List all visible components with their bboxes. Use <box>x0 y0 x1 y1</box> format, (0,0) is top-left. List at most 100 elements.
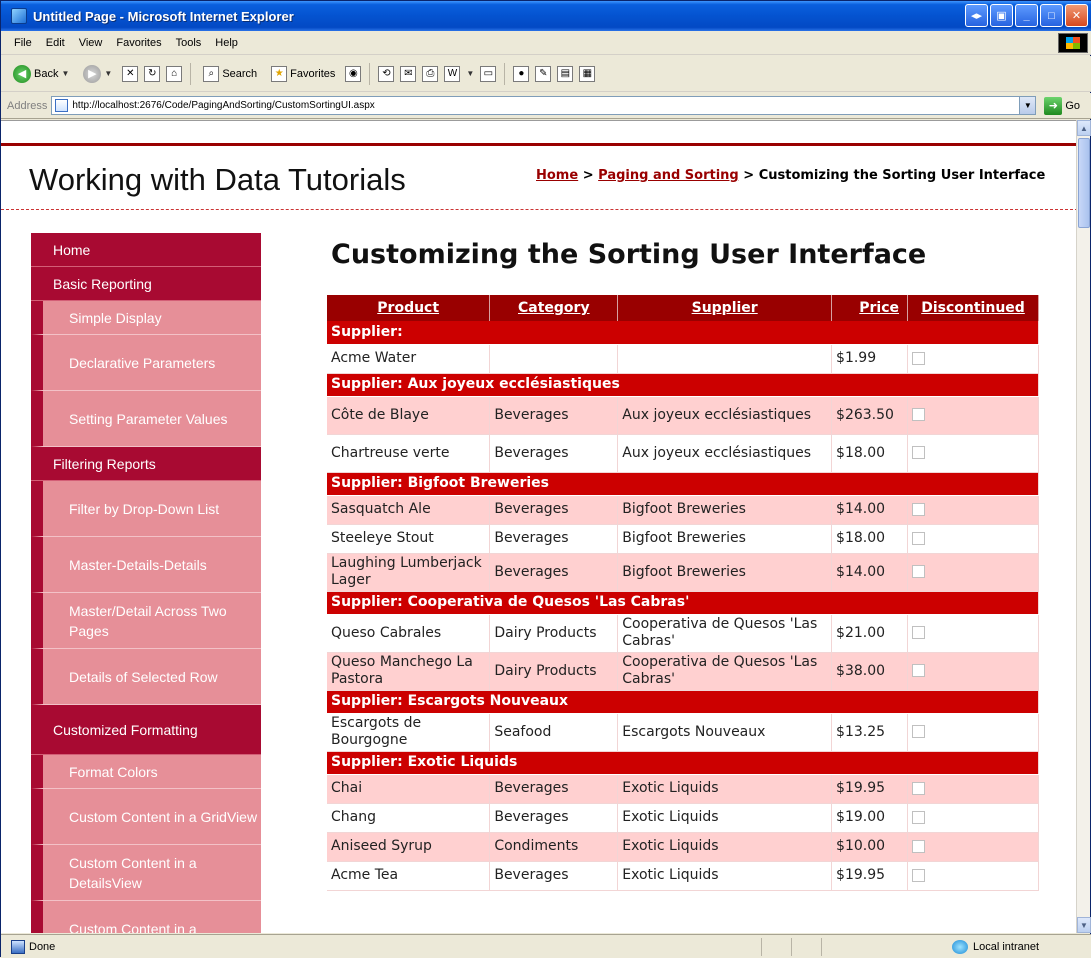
folder-icon[interactable]: ▭ <box>480 65 497 82</box>
search-label: Search <box>222 67 258 80</box>
minimize-icon[interactable]: _ <box>1015 4 1038 27</box>
discontinued-checkbox[interactable] <box>912 626 926 639</box>
window-buttons: ◂▸ ▣ _ □ ✕ <box>965 4 1088 27</box>
messenger-icon[interactable]: ● <box>513 65 530 82</box>
refresh-icon[interactable]: ↻ <box>144 65 161 82</box>
cell-product: Sasquatch Ale <box>327 495 491 525</box>
group-header-row: Supplier: Aux joyeux ecclésiastiques <box>327 373 1039 397</box>
cell-category: Beverages <box>489 524 619 554</box>
cell-price: $21.00 <box>831 614 909 653</box>
grid-icon[interactable]: ▦ <box>579 65 596 82</box>
go-button[interactable]: ➜ Go <box>1044 96 1080 115</box>
url-input[interactable]: http://localhost:2676/Code/PagingAndSort… <box>51 96 1037 115</box>
sidebar-item-custom-formview[interactable]: Custom Content in a <box>31 901 261 933</box>
sort-price-link[interactable]: Price <box>831 295 909 321</box>
sidebar-item-home[interactable]: Home <box>31 233 261 267</box>
group-header-text: Supplier: <box>327 321 1039 345</box>
favorites-button[interactable]: ★ Favorites <box>267 64 339 84</box>
chevron-down-icon[interactable]: ▼ <box>61 69 69 78</box>
site-title: Working with Data Tutorials <box>29 162 406 197</box>
chevron-down-icon[interactable]: ▼ <box>466 69 474 78</box>
tool-icon[interactable]: ✎ <box>535 65 552 82</box>
table-row: Acme Water $1.99 <box>327 344 1039 374</box>
sidebar-item-details-selected[interactable]: Details of Selected Row <box>31 649 261 705</box>
sidebar-section-basic-reporting[interactable]: Basic Reporting <box>31 267 261 301</box>
menu-favorites[interactable]: Favorites <box>109 35 168 51</box>
chevron-down-icon[interactable]: ▼ <box>104 69 112 78</box>
sort-product-link[interactable]: Product <box>327 295 491 321</box>
scroll-thumb[interactable] <box>1078 138 1090 228</box>
discontinued-checkbox[interactable] <box>912 839 926 853</box>
discontinued-checkbox[interactable] <box>912 565 926 578</box>
cell-supplier: Exotic Liquids <box>617 861 833 891</box>
sort-discontinued-link[interactable]: Discontinued <box>907 295 1039 321</box>
sidebar-item-master-details[interactable]: Master-Details-Details <box>31 537 261 593</box>
sidebar-item-custom-detailsview[interactable]: Custom Content in a DetailsView <box>31 845 261 901</box>
menu-edit[interactable]: Edit <box>39 35 72 51</box>
discontinued-checkbox[interactable] <box>912 351 926 365</box>
discontinued-checkbox[interactable] <box>912 725 926 738</box>
print-icon[interactable]: ⎙ <box>422 65 439 82</box>
discontinued-checkbox[interactable] <box>912 502 926 516</box>
chevron-down-icon[interactable]: ▼ <box>1019 97 1036 114</box>
sidebar-item-master-detail-pages[interactable]: Master/Detail Across Two Pages <box>31 593 261 649</box>
sidebar-item-declarative-parameters[interactable]: Declarative Parameters <box>31 335 261 391</box>
menu-tools[interactable]: Tools <box>169 35 209 51</box>
go-arrow-icon: ➜ <box>1044 96 1063 115</box>
discontinued-checkbox[interactable] <box>912 446 926 459</box>
history-icon[interactable]: ⟲ <box>378 65 395 82</box>
scroll-up-icon[interactable]: ▲ <box>1077 120 1091 136</box>
discontinued-checkbox[interactable] <box>912 781 926 795</box>
research-icon[interactable]: ▤ <box>557 65 574 82</box>
help-icon[interactable]: ◂▸ <box>965 4 988 27</box>
cell-price: $13.25 <box>831 713 909 752</box>
cell-product: Chang <box>327 803 491 833</box>
sidebar-item-setting-parameter-values[interactable]: Setting Parameter Values <box>31 391 261 447</box>
word-icon[interactable]: W <box>444 65 461 82</box>
mail-icon[interactable]: ✉ <box>400 65 417 82</box>
restore-icon[interactable]: ▣ <box>990 4 1013 27</box>
cell-category: Beverages <box>489 553 619 592</box>
discontinued-checkbox[interactable] <box>912 408 926 421</box>
sidebar-section-customized-formatting[interactable]: Customized Formatting <box>31 705 261 755</box>
sidebar-section-filtering-reports[interactable]: Filtering Reports <box>31 447 261 481</box>
menu-view[interactable]: View <box>72 35 110 51</box>
table-row: Aniseed Syrup Condiments Exotic Liquids $10… <box>327 832 1039 862</box>
sidebar-item-simple-display[interactable]: Simple Display <box>31 301 261 335</box>
search-button[interactable]: ⌕ Search <box>199 64 261 84</box>
cell-category: Condiments <box>489 832 619 862</box>
menu-file[interactable]: File <box>7 35 39 51</box>
sort-supplier-link[interactable]: Supplier <box>617 295 833 321</box>
cell-product: Queso Manchego La Pastora <box>327 652 491 691</box>
cell-product: Aniseed Syrup <box>327 832 491 862</box>
media-icon[interactable]: ◉ <box>345 65 362 82</box>
breadcrumb-home-link[interactable]: Home <box>536 168 578 183</box>
discontinued-checkbox[interactable] <box>912 664 926 677</box>
sidebar-item-custom-gridview[interactable]: Custom Content in a GridView <box>31 789 261 845</box>
sidebar-item-format-colors[interactable]: Format Colors <box>31 755 261 789</box>
status-cell <box>791 937 821 956</box>
close-icon[interactable]: ✕ <box>1065 4 1088 27</box>
breadcrumb-paging-link[interactable]: Paging and Sorting <box>598 168 739 183</box>
cell-category: Beverages <box>489 396 619 435</box>
menu-help[interactable]: Help <box>208 35 245 51</box>
discontinued-checkbox[interactable] <box>912 810 926 824</box>
stop-icon[interactable]: ✕ <box>122 65 139 82</box>
back-button[interactable]: ◀ Back ▼ <box>9 63 73 85</box>
cell-discontinued <box>907 553 1039 592</box>
home-icon[interactable]: ⌂ <box>166 65 183 82</box>
cell-supplier: Cooperativa de Quesos 'Las Cabras' <box>617 652 833 691</box>
cell-price: $14.00 <box>831 495 909 525</box>
vertical-scrollbar[interactable]: ▲ ▼ <box>1076 120 1091 933</box>
discontinued-checkbox[interactable] <box>912 868 926 882</box>
cell-discontinued <box>907 524 1039 554</box>
sort-category-link[interactable]: Category <box>489 295 619 321</box>
favorites-label: Favorites <box>290 67 336 80</box>
forward-button[interactable]: ▶ ▼ <box>79 63 116 85</box>
maximize-icon[interactable]: □ <box>1040 4 1063 27</box>
discontinued-checkbox[interactable] <box>912 531 926 545</box>
window-title: Untitled Page - Microsoft Internet Explo… <box>33 8 294 24</box>
group-header-text: Supplier: Cooperativa de Quesos 'Las Cab… <box>327 591 1039 615</box>
scroll-down-icon[interactable]: ▼ <box>1077 917 1091 933</box>
sidebar-item-filter-dropdown[interactable]: Filter by Drop-Down List <box>31 481 261 537</box>
